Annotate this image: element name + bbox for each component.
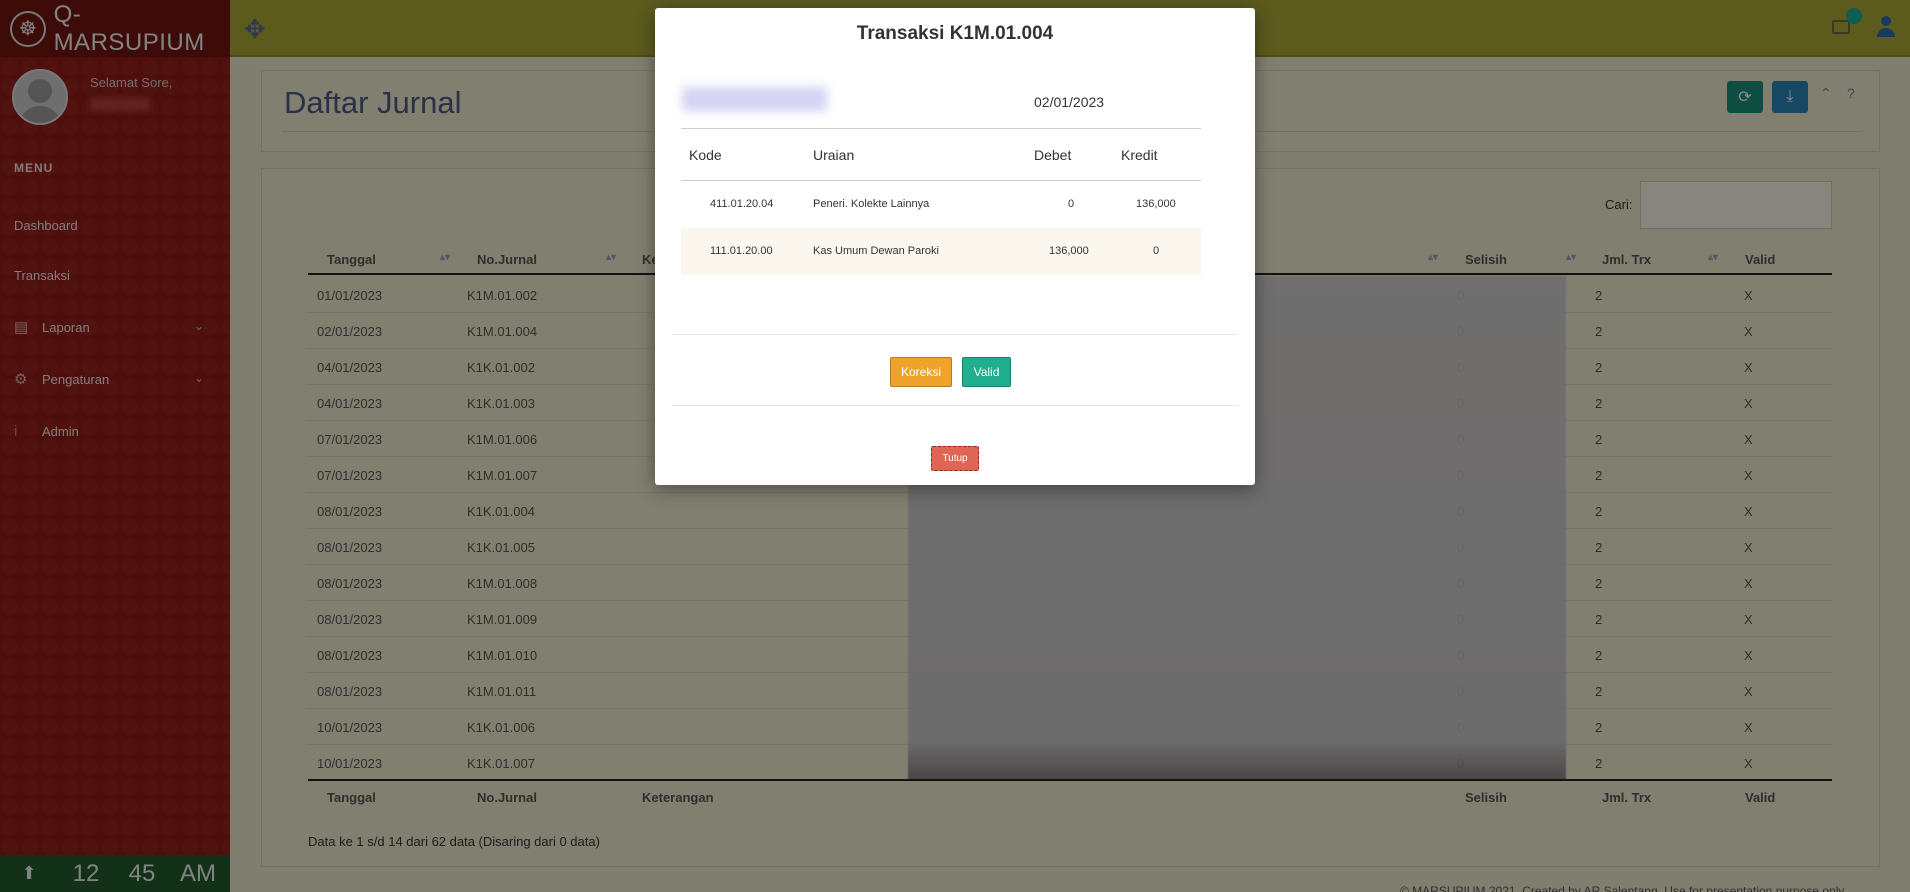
cell-kode: 111.01.20.00 [710,245,773,257]
transaction-modal: Transaksi K1M.01.004 02/01/2023 Kode Ura… [655,8,1255,485]
transaction-table-header: Kode Uraian Debet Kredit [681,129,1201,180]
column-kredit: Kredit [1121,147,1158,163]
koreksi-button[interactable]: Koreksi [890,357,952,387]
divider [672,405,1238,406]
column-uraian: Uraian [813,147,855,163]
cell-debet: 136,000 [1049,245,1089,257]
column-kode: Kode [689,147,722,163]
modal-title: Transaksi K1M.01.004 [856,23,1054,44]
cell-uraian: Peneri. Kolekte Lainnya [813,198,930,210]
transaction-row: 111.01.20.00 Kas Umum Dewan Paroki 136,0… [681,228,1201,275]
transaction-date: 02/01/2023 [1034,94,1105,110]
cell-debet: 0 [1068,198,1075,210]
close-button[interactable]: Tutup [931,446,979,471]
valid-button[interactable]: Valid [962,357,1011,387]
cell-kredit: 136,000 [1136,198,1176,210]
cell-kredit: 0 [1153,245,1160,257]
transaction-table: Kode Uraian Debet Kredit 411.01.20.04 Pe… [681,128,1201,275]
transaction-row: 411.01.20.04 Peneri. Kolekte Lainnya 0 1… [681,181,1201,228]
account-name-redacted [682,87,827,111]
column-debet: Debet [1034,147,1072,163]
cell-kode: 411.01.20.04 [710,198,774,210]
divider [672,334,1238,335]
cell-uraian: Kas Umum Dewan Paroki [813,245,939,257]
